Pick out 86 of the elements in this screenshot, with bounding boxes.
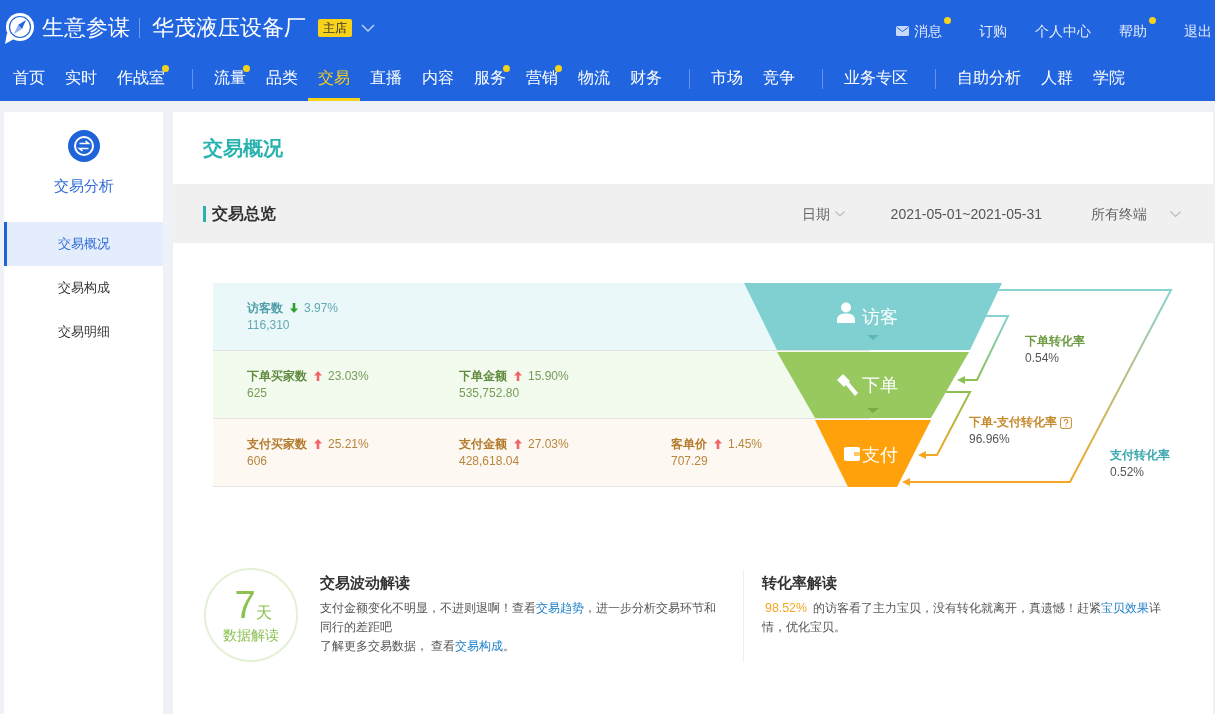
nav-tab[interactable]: 实时 xyxy=(55,56,107,101)
text-link[interactable]: 宝贝效果 xyxy=(1101,601,1150,615)
metric-label: 下单金额 xyxy=(459,367,507,385)
nav-tab[interactable]: 物流 xyxy=(568,56,620,101)
header-link[interactable]: 消息 xyxy=(896,16,951,40)
date-range: 2021-05-01~2021-05-31 xyxy=(890,204,1042,223)
nav-tab[interactable]: 服务 xyxy=(464,56,516,101)
down-triangle-icon xyxy=(867,408,879,413)
sidebar-title: 交易分析 xyxy=(53,176,114,196)
sidebar-item[interactable]: 交易构成 xyxy=(4,266,163,310)
nav-tab[interactable]: 作战室 xyxy=(107,56,175,101)
rate-label: 下单转化率 xyxy=(1025,333,1085,350)
sidebar-item[interactable]: 交易明细 xyxy=(4,310,163,354)
metric-change: 1.45% xyxy=(728,435,763,453)
badge-number: 7 xyxy=(234,586,256,624)
metric-change: 27.03% xyxy=(528,435,569,453)
nav-tab[interactable]: 市场 xyxy=(701,56,753,101)
metric-value: 707.29 xyxy=(671,452,708,470)
person-icon xyxy=(837,302,855,323)
terminal-dropdown[interactable]: 所有终端 xyxy=(1091,204,1181,223)
section-title: 交易总览 xyxy=(212,203,276,224)
badge-unit: 天 xyxy=(255,604,272,622)
chevron-down-icon xyxy=(834,210,845,217)
mail-icon xyxy=(896,25,909,36)
nav-tab[interactable]: 学院 xyxy=(1083,56,1135,101)
header-link[interactable]: 个人中心 xyxy=(1035,16,1091,40)
nav-tab[interactable]: 流量 xyxy=(204,56,256,101)
shop-type-tag: 主店 xyxy=(318,19,352,37)
app-title: 生意参谋 xyxy=(42,15,130,41)
nav-tab[interactable]: 业务专区 xyxy=(834,56,918,101)
metric-change: 3.97% xyxy=(304,299,339,317)
date-dropdown[interactable]: 日期 xyxy=(801,204,845,223)
insight-text: 了解更多交易数据， 查看交易构成。 xyxy=(320,638,517,655)
nav-tab[interactable]: 首页 xyxy=(3,56,55,101)
metric-change: 15.90% xyxy=(528,367,569,385)
accent-bar xyxy=(203,205,206,222)
funnel-stage-label: 支付 xyxy=(862,445,898,465)
wallet-icon xyxy=(844,447,860,461)
header-link[interactable]: 帮助 xyxy=(1119,16,1156,40)
chevron-down-icon xyxy=(1170,210,1181,217)
rate-label: 下单-支付转化率 xyxy=(969,414,1057,431)
funnel-stage-label: 访客 xyxy=(862,307,898,327)
header-link[interactable]: 退出 xyxy=(1184,16,1212,40)
nav-tab[interactable]: 营销 xyxy=(516,56,568,101)
metric-value: 606 xyxy=(247,452,268,470)
metric-label: 支付买家数 xyxy=(247,435,307,453)
shop-name: 华茂液压设备厂 xyxy=(152,15,306,41)
rate-value: 0.52% xyxy=(1110,464,1145,481)
metric-label: 客单价 xyxy=(671,435,707,453)
metric-value: 428,618.04 xyxy=(459,452,520,470)
nav-tab[interactable]: 交易 xyxy=(308,56,360,101)
rate-label: 支付转化率 xyxy=(1110,447,1170,464)
page-title: 交易概况 xyxy=(203,136,283,161)
header-link[interactable]: 订购 xyxy=(979,16,1007,40)
text-link[interactable]: 交易构成 xyxy=(455,639,504,653)
down-triangle-icon xyxy=(867,335,879,340)
exchange-icon xyxy=(67,130,100,162)
metric-change: 25.21% xyxy=(328,435,369,453)
metric-label: 访客数 xyxy=(247,299,283,317)
metric-label: 支付金额 xyxy=(459,435,507,453)
nav-tab[interactable]: 人群 xyxy=(1031,56,1083,101)
insight-text: 支付金额变化不明显，不进则退啊！查看交易趋势，进一步分析交易环节和同行的差距吧 xyxy=(320,600,717,636)
badge-label: 数据解读 xyxy=(223,626,279,644)
chevron-down-icon[interactable] xyxy=(361,24,375,32)
nav-tab[interactable]: 内容 xyxy=(412,56,464,101)
compass-icon[interactable] xyxy=(4,12,34,44)
hammer-icon xyxy=(837,374,858,396)
nav-tab[interactable]: 竞争 xyxy=(753,56,805,101)
insight-text: 98.52% 的访客看了主力宝贝，没有转化就离开，真遗憾！赶紧宝贝效果详情，优化宝贝。 xyxy=(762,600,1163,636)
metric-change: 23.03% xyxy=(328,367,369,385)
insight-title: 转化率解读 xyxy=(762,573,838,593)
help-icon[interactable] xyxy=(1060,416,1072,429)
metric-value: 535,752.80 xyxy=(459,384,520,402)
nav-tab[interactable]: 品类 xyxy=(256,56,308,101)
nav-tab[interactable]: 财务 xyxy=(620,56,672,101)
rate-value: 96.96% xyxy=(969,431,1010,448)
rate-value: 0.54% xyxy=(1025,350,1060,367)
metric-label: 下单买家数 xyxy=(247,367,307,385)
funnel-stage-label: 下单 xyxy=(862,375,898,395)
text-link[interactable]: 交易趋势 xyxy=(536,601,584,615)
sidebar-item[interactable]: 交易概况 xyxy=(4,222,163,266)
nav-tab[interactable]: 直播 xyxy=(360,56,412,101)
insight-title: 交易波动解读 xyxy=(320,573,411,593)
metric-value: 625 xyxy=(247,384,268,402)
metric-value: 116,310 xyxy=(247,316,290,334)
nav-tab[interactable]: 自助分析 xyxy=(947,56,1031,101)
